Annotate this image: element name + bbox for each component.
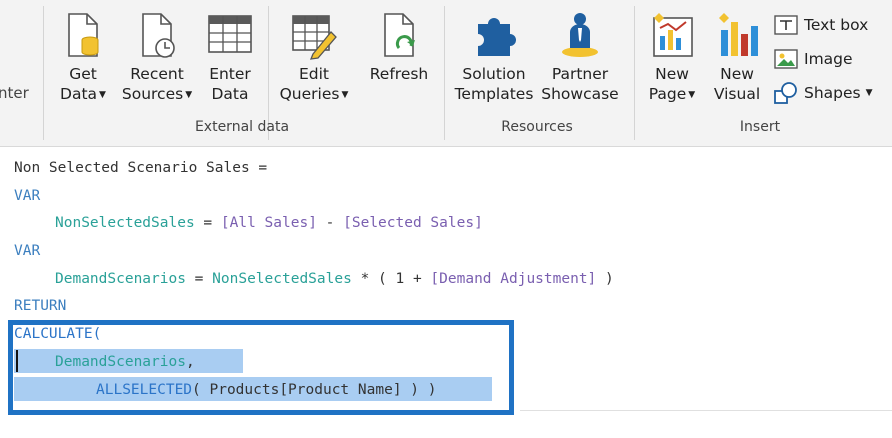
recent-sources-button[interactable]: Recent Sources ▼ xyxy=(118,10,196,105)
arithmetic-expression: * ( 1 + xyxy=(351,271,431,287)
person-showcase-icon xyxy=(562,13,598,57)
equals-operator: = xyxy=(185,271,213,287)
puzzle-piece-icon xyxy=(478,18,516,56)
refresh-document-icon xyxy=(384,13,415,57)
code-line-5[interactable]: DemandScenarios = NonSelectedSales * ( 1… xyxy=(55,269,614,289)
image-label: Image xyxy=(804,50,853,68)
get-data-button[interactable]: Get Data ▼ xyxy=(54,10,112,105)
edit-table-icon xyxy=(292,15,337,60)
get-data-label-2: Data xyxy=(60,85,98,103)
enter-data-label-1: Enter xyxy=(209,65,251,83)
caret-down-icon: ▼ xyxy=(185,90,193,100)
ribbon: nter Get Data ▼ Recent Sources ▼ Enter Da xyxy=(0,0,892,147)
database-document-icon xyxy=(68,13,99,57)
highlight-box xyxy=(8,320,514,415)
refresh-button[interactable]: Refresh xyxy=(366,10,432,84)
bar-chart-icon xyxy=(719,13,758,56)
variable-name: NonSelectedSales xyxy=(55,215,195,231)
group-separator xyxy=(43,6,44,140)
return-keyword: RETURN xyxy=(14,298,67,314)
insert-group-label: Insert xyxy=(739,119,781,135)
measure-reference: [Demand Adjustment] xyxy=(430,271,597,287)
minus-operator: - xyxy=(316,215,344,231)
new-page-chart-icon xyxy=(653,13,693,57)
recent-sources-label-1: Recent xyxy=(130,65,184,83)
text-box-label: Text box xyxy=(804,16,869,34)
code-line-2[interactable]: VAR xyxy=(14,186,40,206)
new-visual-label-1: New xyxy=(720,65,754,83)
image-button[interactable]: Image xyxy=(774,47,853,71)
caret-down-icon: ▼ xyxy=(341,90,349,100)
table-icon xyxy=(208,15,252,53)
partner-showcase-label-2: Showcase xyxy=(541,85,619,103)
group-separator xyxy=(634,6,635,140)
equals-operator: = xyxy=(194,215,221,231)
partner-showcase-label-1: Partner xyxy=(551,65,609,83)
shapes-icon xyxy=(774,82,797,104)
new-page-label-2: Page xyxy=(648,85,687,103)
var-keyword: VAR xyxy=(14,188,41,204)
new-page-button[interactable]: New Page ▼ xyxy=(642,10,702,105)
solution-templates-label-2: Templates xyxy=(454,85,534,103)
text-box-button[interactable]: Text box xyxy=(774,13,868,37)
new-page-label-1: New xyxy=(655,65,689,83)
enter-data-button[interactable]: Enter Data xyxy=(202,10,258,104)
partner-showcase-button[interactable]: Partner Showcase xyxy=(538,10,622,104)
shapes-button[interactable]: Shapes ▼ xyxy=(774,81,873,105)
solution-templates-label-1: Solution xyxy=(462,65,526,83)
clock-document-icon xyxy=(142,13,175,58)
caret-down-icon: ▼ xyxy=(99,90,106,100)
closing-paren: ) xyxy=(596,271,614,287)
refresh-label: Refresh xyxy=(369,65,429,83)
code-line-6[interactable]: RETURN xyxy=(14,296,66,316)
external-data-group-label: External data xyxy=(194,119,290,135)
measure-definition: Non Selected Scenario Sales = xyxy=(14,160,268,176)
solution-templates-button[interactable]: Solution Templates xyxy=(452,10,536,104)
measure-reference: [Selected Sales] xyxy=(343,215,483,231)
group-separator xyxy=(444,6,445,140)
code-line-4[interactable]: VAR xyxy=(14,241,40,261)
measure-reference: [All Sales] xyxy=(220,215,317,231)
new-visual-button[interactable]: New Visual xyxy=(708,10,766,104)
code-line-1[interactable]: Non Selected Scenario Sales = xyxy=(14,158,267,178)
text-box-icon xyxy=(774,15,798,35)
variable-reference: NonSelectedSales xyxy=(212,271,352,287)
editor-divider xyxy=(520,410,892,411)
resources-group-label: Resources xyxy=(501,119,573,135)
recent-sources-label-2: Sources xyxy=(121,85,184,103)
new-visual-label-2: Visual xyxy=(713,85,761,103)
caret-down-icon: ▼ xyxy=(865,88,873,98)
variable-name: DemandScenarios xyxy=(55,271,186,287)
enter-data-label-2: Data xyxy=(211,85,249,103)
code-line-3[interactable]: NonSelectedSales = [All Sales] - [Select… xyxy=(55,213,483,233)
edit-queries-label-1: Edit xyxy=(298,65,330,83)
shapes-label: Shapes xyxy=(804,84,861,102)
var-keyword: VAR xyxy=(14,243,41,259)
get-data-label-1: Get xyxy=(69,65,97,83)
truncated-button-label[interactable]: nter xyxy=(0,84,29,102)
edit-queries-label-2: Queries xyxy=(279,85,340,103)
edit-queries-button[interactable]: Edit Queries ▼ xyxy=(276,10,352,105)
image-icon xyxy=(774,49,798,69)
caret-down-icon: ▼ xyxy=(688,90,696,100)
